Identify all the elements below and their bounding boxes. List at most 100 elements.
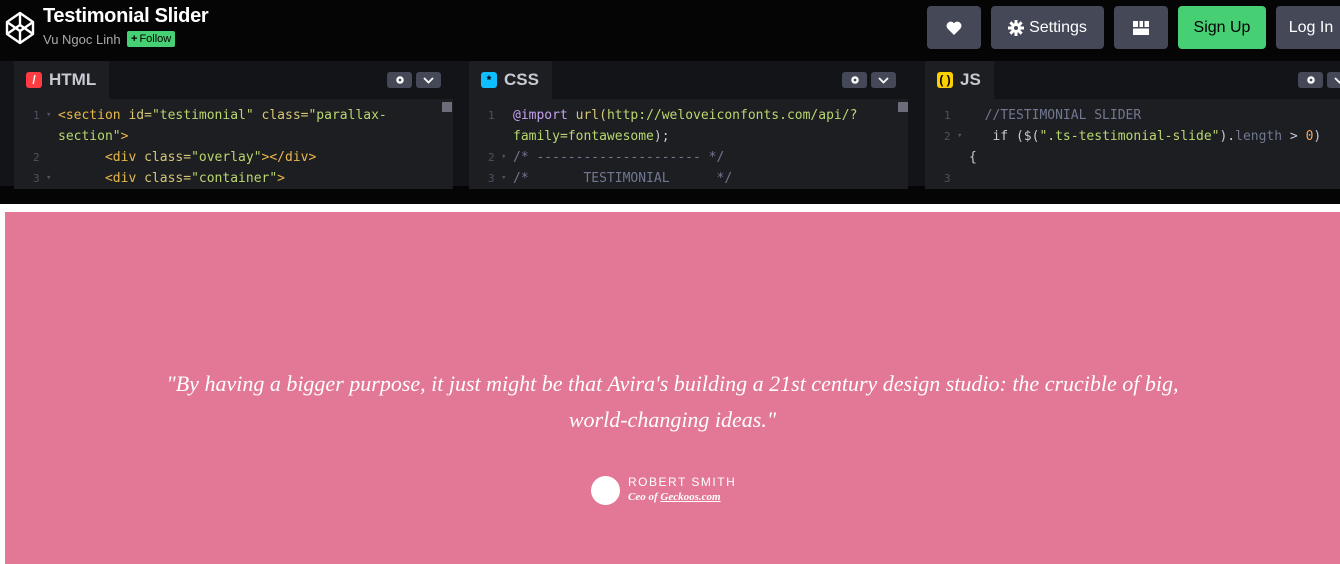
tab-css[interactable]: * CSS — [469, 61, 552, 99]
code-text: family=fontawesome); — [513, 126, 670, 147]
author-name[interactable]: Vu Ngoc Linh — [43, 32, 121, 47]
code-line: family=fontawesome); — [469, 126, 908, 147]
js-editor-header: ( ) JS — [925, 61, 1340, 99]
code-text: @import url(http://weloveiconfonts.com/a… — [513, 105, 857, 126]
plus-icon: + — [131, 33, 138, 45]
css-code[interactable]: 1 @import url(http://weloveiconfonts.com/… — [469, 105, 908, 189]
css-editor[interactable]: * CSS 1 @import url(http://weloveiconfonts… — [469, 61, 908, 189]
css-collapse-button[interactable] — [871, 72, 896, 88]
fold-arrow-icon[interactable]: ▾ — [501, 168, 506, 189]
fold-arrow-icon[interactable]: ▾ — [46, 105, 51, 126]
code-token: <section — [58, 108, 121, 123]
code-token: length — [1235, 129, 1283, 144]
code-token: "overlay" — [191, 150, 262, 165]
code-token: "testimonial" — [151, 108, 254, 123]
css-icon: * — [481, 72, 497, 88]
code-token: > — [1282, 129, 1306, 144]
code-line: section"> — [14, 126, 453, 147]
code-token: url( — [567, 108, 607, 123]
preview-pane: "By having a bigger purpose, it just mig… — [5, 212, 1340, 564]
tab-js[interactable]: ( ) JS — [925, 61, 994, 99]
html-code[interactable]: 1 ▾ <section id="testimonial" class="paral… — [14, 105, 453, 189]
settings-label: Settings — [1029, 18, 1087, 36]
code-text: <div class="overlay"></div> — [58, 147, 316, 168]
html-settings-button[interactable] — [387, 72, 412, 88]
fold-arrow-icon[interactable]: ▾ — [957, 126, 962, 147]
code-token: section" — [58, 129, 121, 144]
code-line: 1 //TESTIMONIAL SLIDER — [925, 105, 1340, 126]
heart-button[interactable] — [927, 6, 981, 49]
code-token: id= — [120, 108, 152, 123]
code-text: { — [969, 150, 977, 165]
code-line: 2 ▾ if ($(".ts-testimonial-slide").length… — [925, 126, 1340, 147]
code-text: if ($(".ts-testimonial-slide").length > … — [969, 126, 1321, 147]
line-number: 1 — [488, 109, 495, 122]
gear-icon — [395, 76, 404, 84]
role-prefix: Ceo of — [628, 491, 661, 503]
code-token: ); — [653, 129, 670, 144]
codepen-logo-icon[interactable] — [4, 10, 36, 46]
editor-strip: / HTML 1 ▾ <section id="testimonial" class=… — [0, 58, 1340, 204]
company-link[interactable]: Geckoos.com — [660, 491, 720, 503]
follow-label: Follow — [139, 33, 172, 45]
tab-label: HTML — [49, 70, 97, 89]
code-token: if ($( — [969, 129, 1040, 144]
js-editor[interactable]: ( ) JS 1 //TESTIMONIAL SLIDER 2 ▾ if ($(".… — [925, 61, 1340, 189]
tab-html[interactable]: / HTML — [14, 61, 110, 99]
login-button[interactable]: Log In — [1276, 6, 1340, 49]
testimonial-quote: "By having a bigger purpose, it just mig… — [5, 366, 1340, 438]
code-token: <div — [58, 150, 137, 165]
gear-icon — [850, 76, 859, 84]
code-text: <div class="container"> — [58, 168, 285, 189]
html-editor[interactable]: / HTML 1 ▾ <section id="testimonial" class=… — [14, 61, 453, 189]
code-token: ></div> — [261, 150, 317, 165]
code-token: http://weloveiconfonts.com/api/? — [606, 108, 858, 123]
chevron-down-icon — [1334, 76, 1340, 84]
chevron-down-icon — [423, 76, 434, 84]
code-token: class= — [253, 108, 309, 123]
code-token: @import — [513, 108, 568, 123]
code-token: ) — [1313, 129, 1322, 144]
layout-icon — [1133, 20, 1149, 35]
js-icon: ( ) — [937, 72, 953, 88]
code-token: "parallax- — [308, 108, 387, 123]
editor-area: / HTML 1 ▾ <section id="testimonial" class=… — [0, 58, 1340, 189]
code-token: > — [120, 129, 129, 144]
signup-button[interactable]: Sign Up — [1178, 6, 1266, 49]
follow-button[interactable]: + Follow — [127, 31, 176, 47]
html-collapse-button[interactable] — [416, 72, 441, 88]
pen-title[interactable]: Testimonial Slider — [43, 5, 209, 28]
chevron-down-icon — [878, 76, 889, 84]
tab-label: CSS — [504, 70, 539, 89]
code-token: class= — [136, 171, 192, 186]
heart-icon — [946, 21, 962, 35]
avatar — [591, 476, 620, 505]
code-line: 1 @import url(http://weloveiconfonts.com/… — [469, 105, 908, 126]
settings-button[interactable]: Settings — [991, 6, 1104, 49]
quote-line: world-changing ideas." — [568, 407, 777, 432]
js-settings-button[interactable] — [1298, 72, 1323, 88]
code-line: 1 ▾ <section id="testimonial" class="paral… — [14, 105, 453, 126]
code-line: 3 ▾/* TESTIMONIAL */ — [469, 168, 908, 189]
code-line: { — [925, 147, 1340, 168]
fold-arrow-icon[interactable]: ▾ — [501, 147, 506, 168]
code-token: class= — [136, 150, 192, 165]
change-view-button[interactable] — [1114, 6, 1168, 49]
css-settings-button[interactable] — [842, 72, 867, 88]
code-text: section"> — [58, 126, 128, 147]
gear-icon — [1008, 19, 1025, 36]
code-token: ). — [1219, 129, 1236, 144]
css-editor-header: * CSS — [469, 61, 908, 99]
js-code[interactable]: 1 //TESTIMONIAL SLIDER 2 ▾ if ($(".ts-tes… — [925, 105, 1340, 189]
fold-arrow-icon[interactable]: ▾ — [46, 168, 51, 189]
tab-label: JS — [960, 70, 981, 89]
author-role: Ceo of Geckoos.com — [628, 491, 721, 503]
js-collapse-button[interactable] — [1327, 72, 1340, 88]
html-icon: / — [26, 72, 42, 88]
line-number: 2 — [33, 151, 40, 164]
code-text: /* --------------------- */ — [513, 150, 725, 165]
code-line: 2 <div class="overlay"></div> — [14, 147, 453, 168]
code-token: ".ts-testimonial-slide" — [1039, 129, 1220, 144]
code-token: "container" — [191, 171, 278, 186]
code-text: <section id="testimonial" class="paralla… — [58, 105, 387, 126]
